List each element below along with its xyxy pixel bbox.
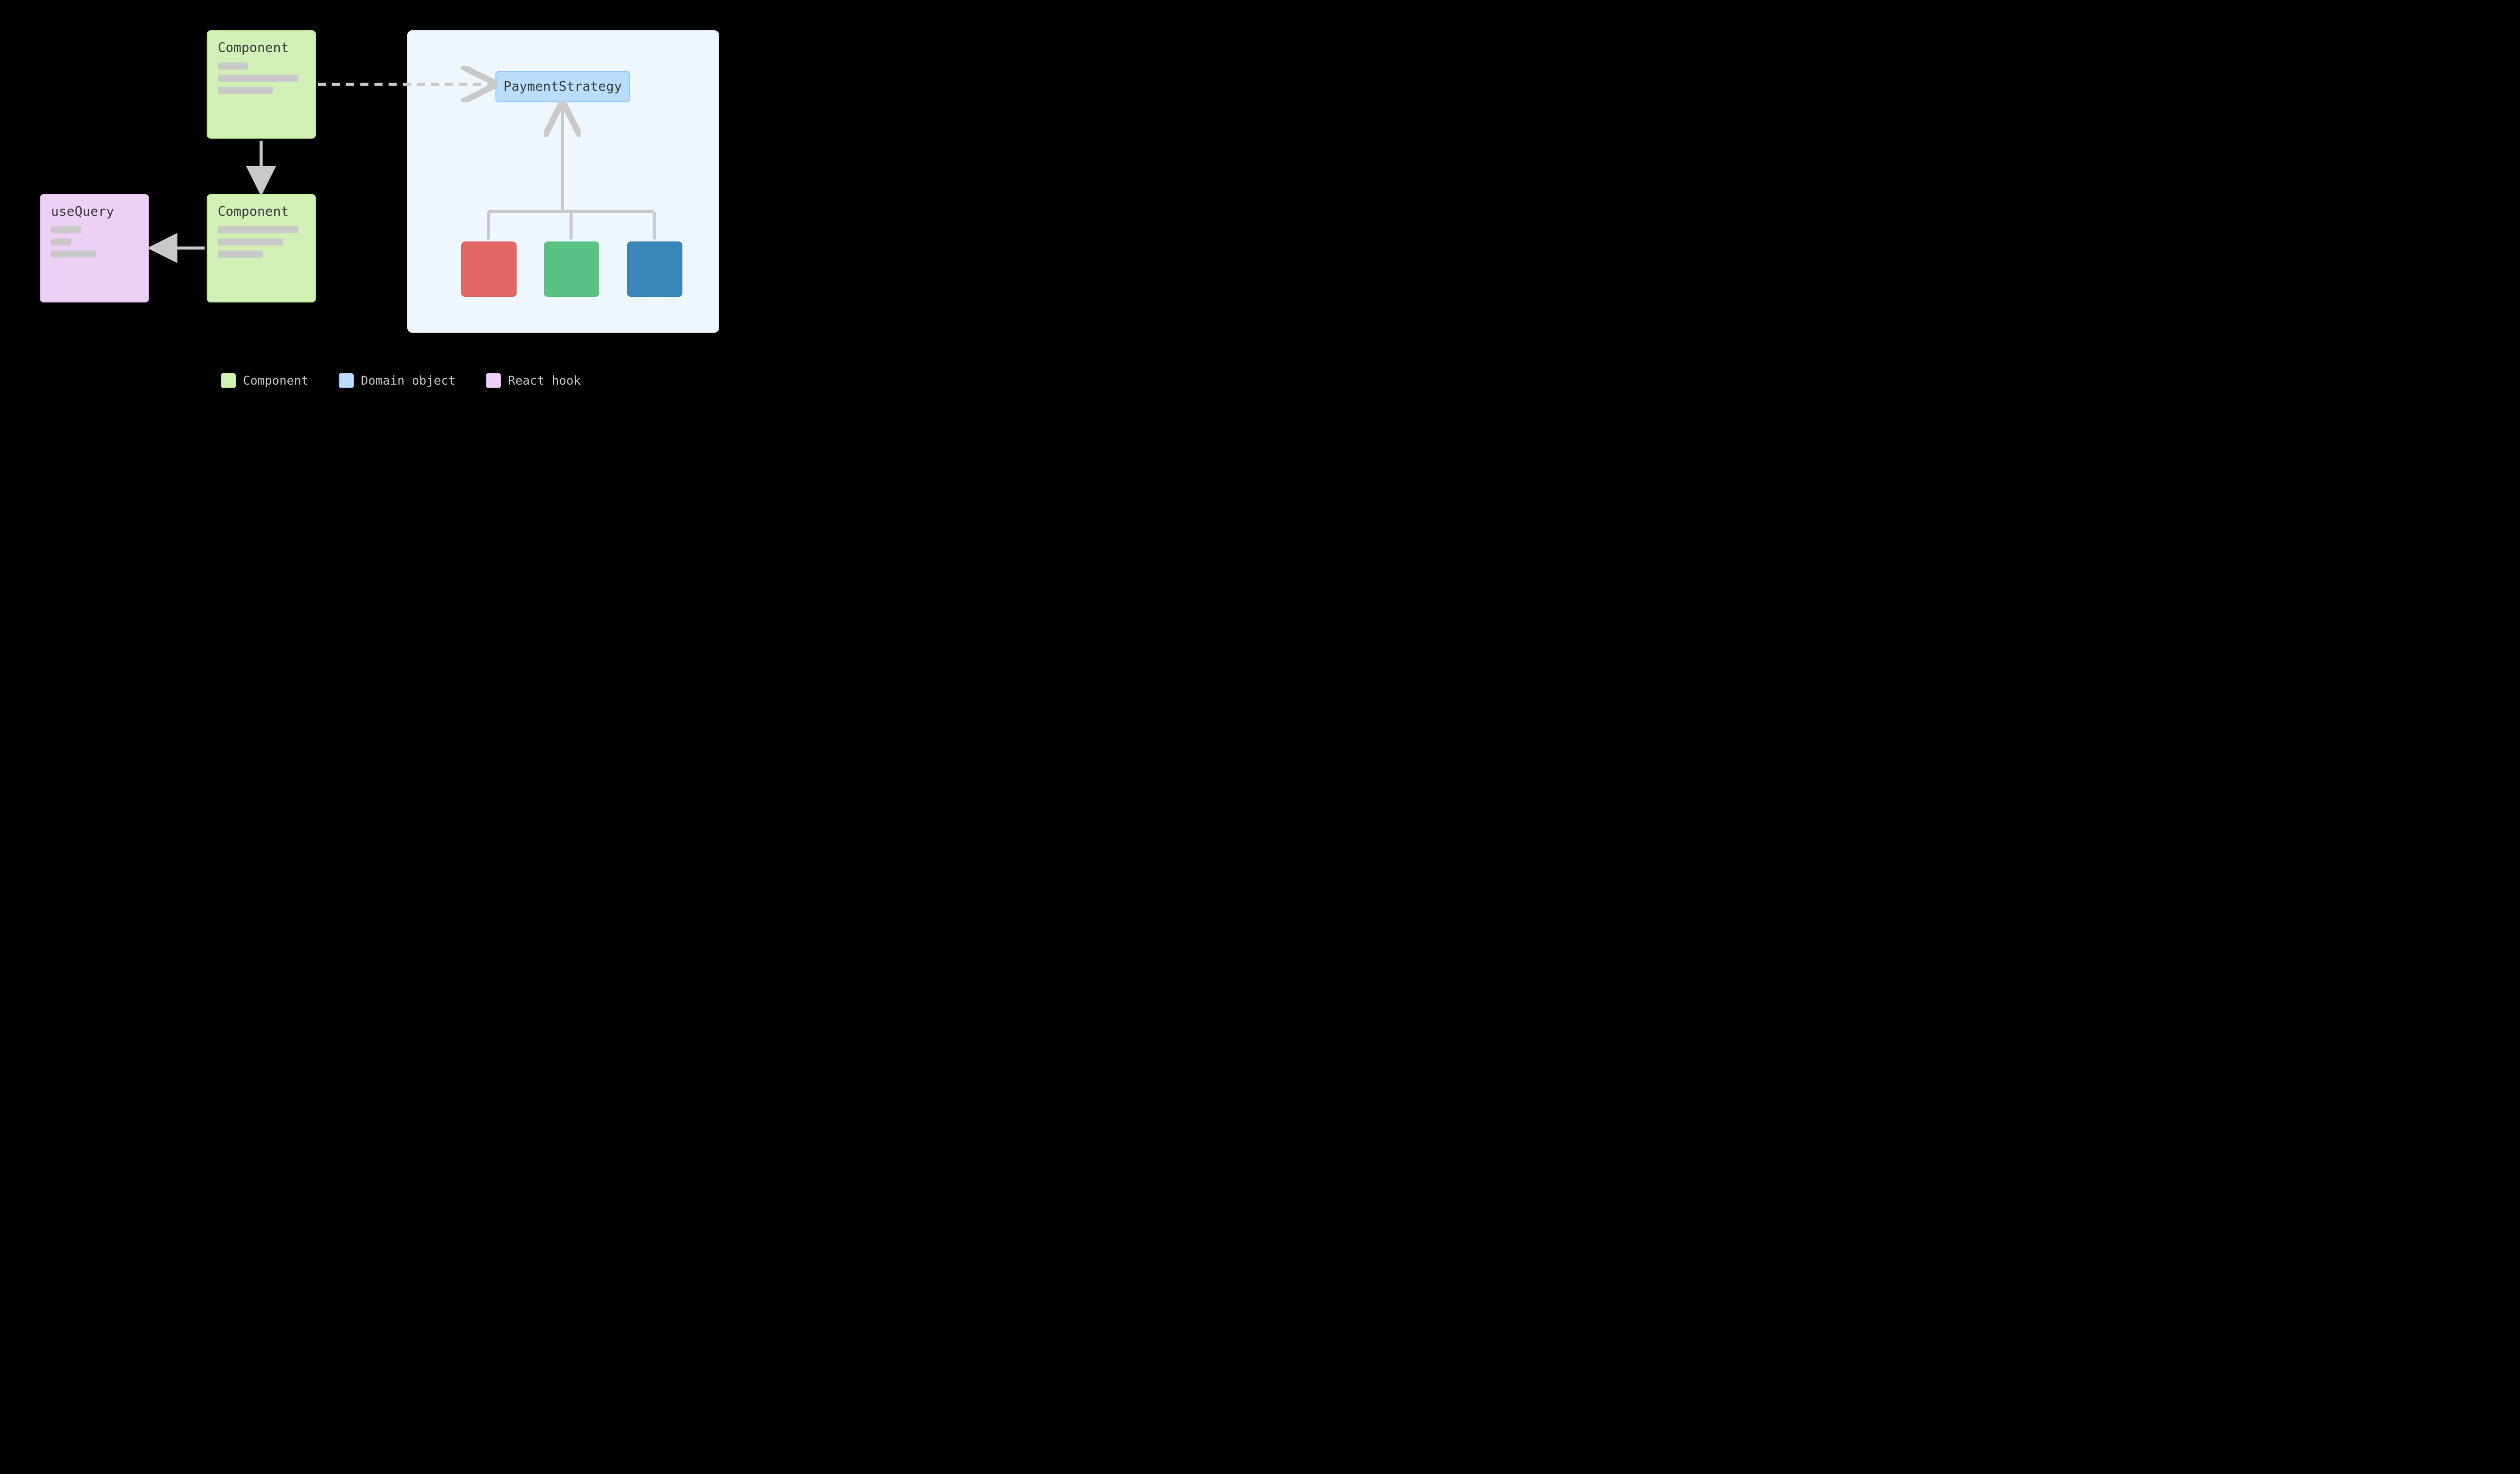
placeholder-line	[51, 226, 81, 233]
placeholder-line	[51, 251, 96, 258]
legend-swatch-component	[221, 373, 236, 388]
strategy-impl-red	[461, 241, 517, 297]
placeholder-line	[51, 238, 71, 245]
legend-item-hook: React hook	[486, 373, 581, 388]
legend-item-component: Component	[221, 373, 308, 388]
placeholder-line	[218, 87, 273, 94]
use-query-box: useQuery	[40, 194, 149, 302]
use-query-title: useQuery	[51, 204, 138, 219]
component-bottom-box: Component	[207, 194, 316, 302]
payment-strategy-box: PaymentStrategy	[495, 71, 630, 102]
legend-label-domain: Domain object	[361, 374, 456, 388]
placeholder-line	[218, 63, 248, 70]
strategy-impl-blue	[627, 241, 682, 297]
legend-swatch-domain	[339, 373, 354, 388]
component-top-title: Component	[218, 40, 305, 55]
legend-swatch-hook	[486, 373, 501, 388]
legend-item-domain: Domain object	[339, 373, 456, 388]
placeholder-line	[218, 251, 263, 258]
legend-label-component: Component	[243, 374, 308, 388]
component-top-box: Component	[207, 30, 316, 139]
legend: Component Domain object React hook	[221, 373, 581, 388]
payment-strategy-label: PaymentStrategy	[503, 79, 622, 94]
placeholder-line	[218, 75, 298, 82]
strategy-impl-green	[544, 241, 599, 297]
placeholder-line	[218, 238, 283, 245]
placeholder-line	[218, 226, 298, 233]
component-bottom-title: Component	[218, 204, 305, 219]
legend-label-hook: React hook	[508, 374, 581, 388]
